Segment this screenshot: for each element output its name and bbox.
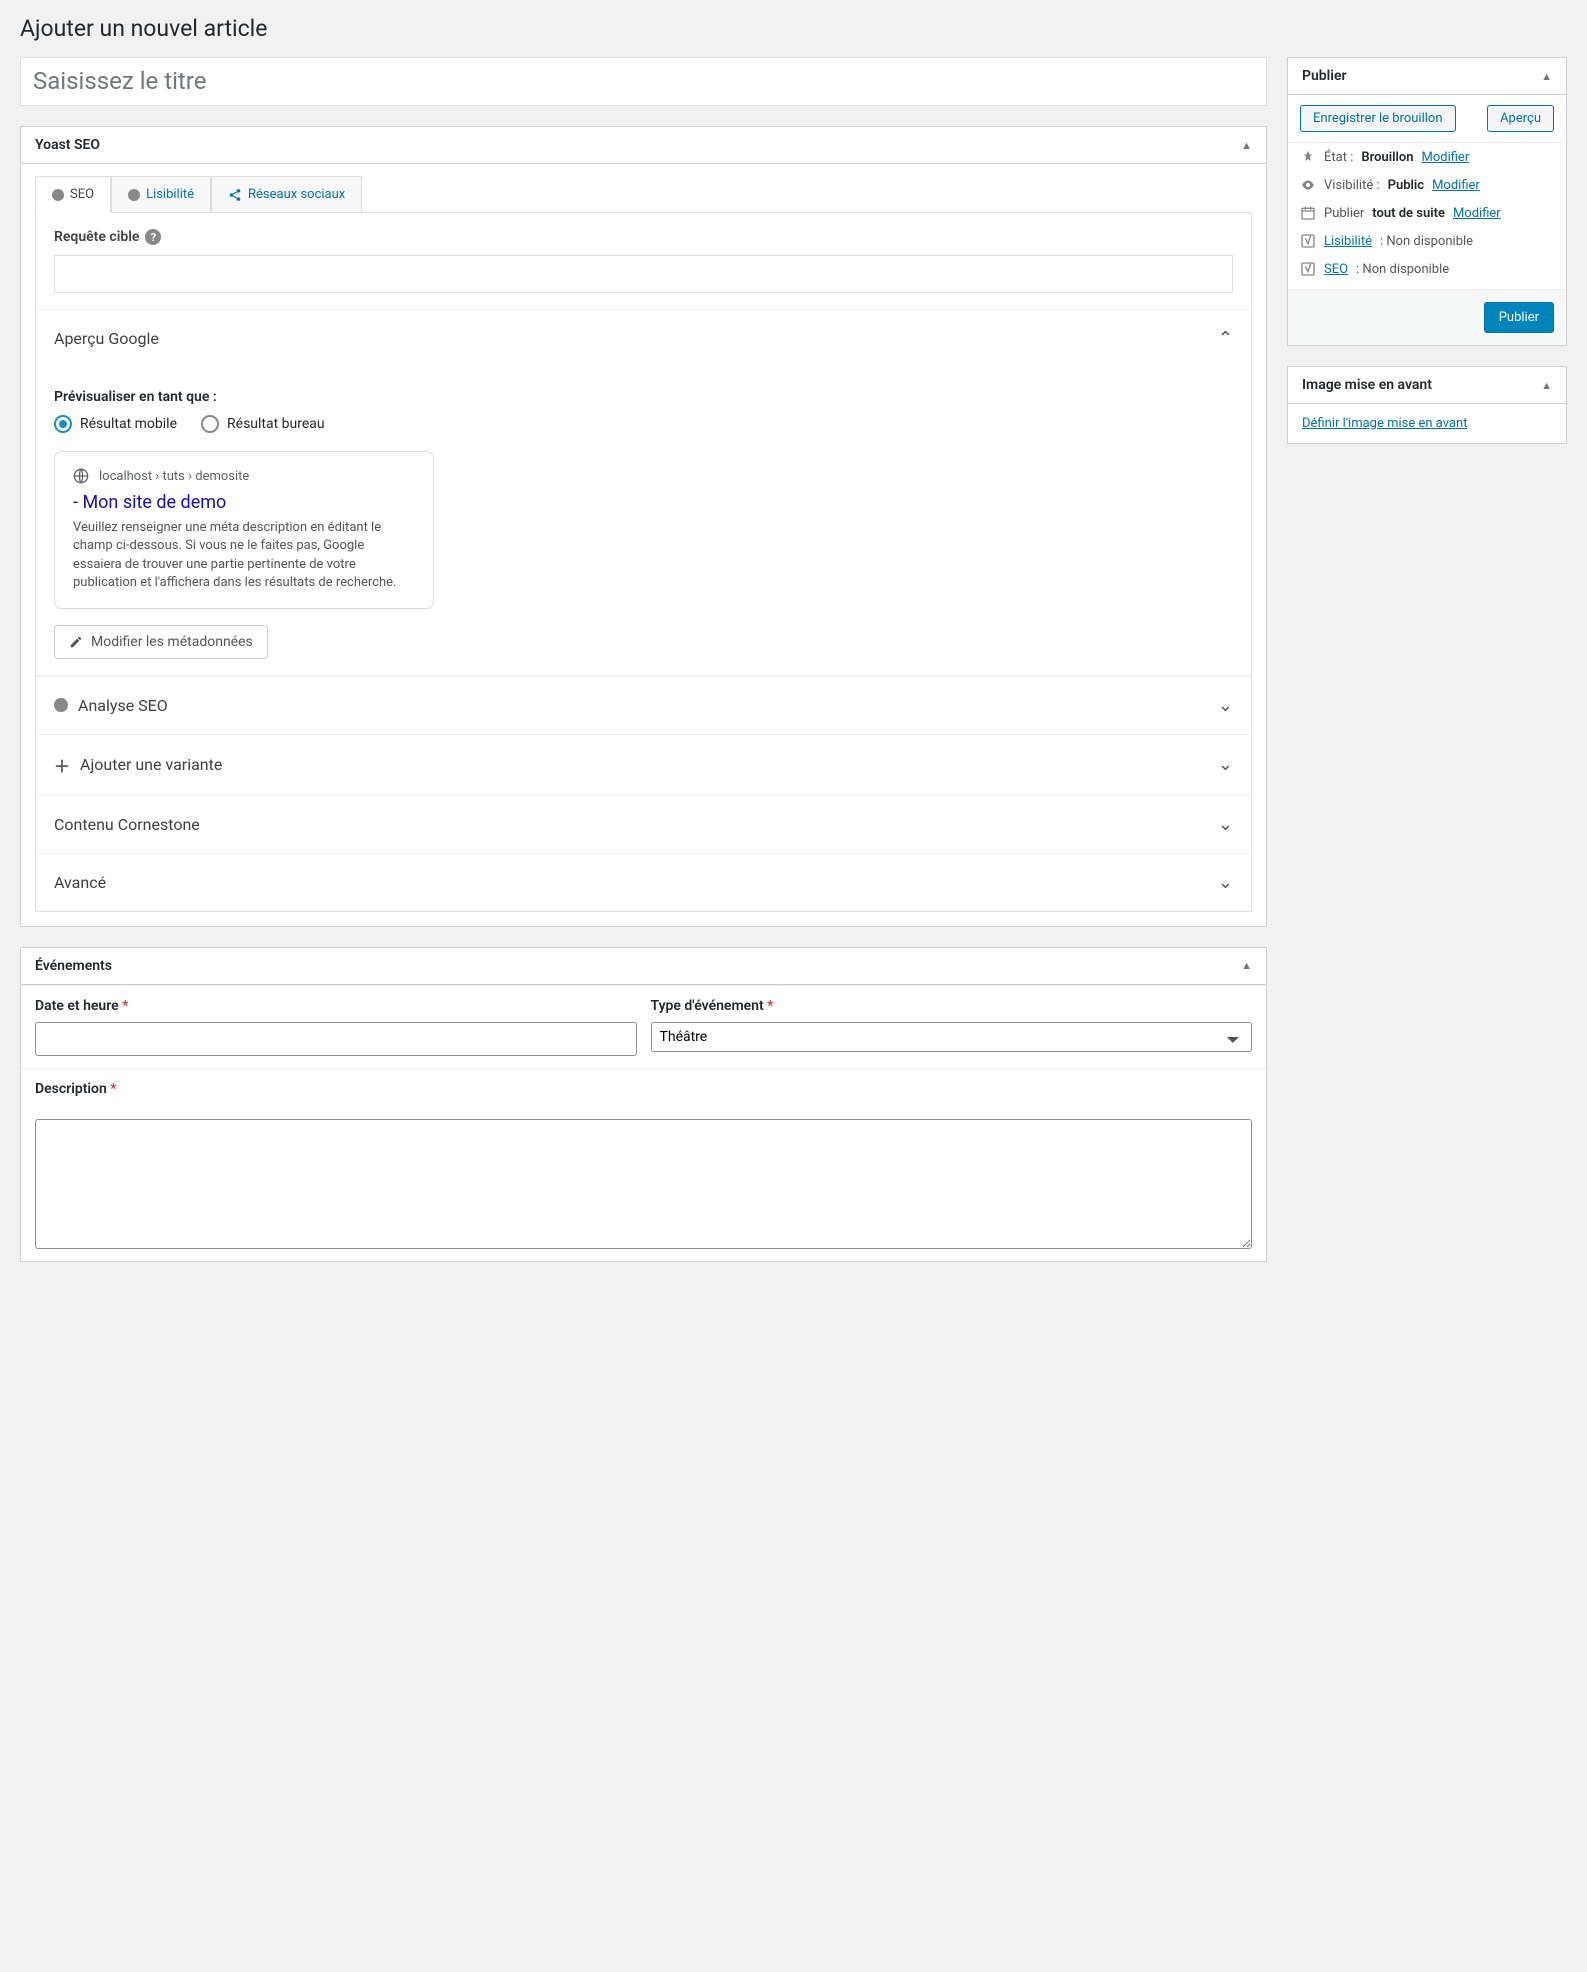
cornerstone-label: Contenu Cornestone	[54, 815, 200, 834]
status-label: État :	[1324, 150, 1353, 165]
event-type-label: Type d'événement *	[651, 998, 1253, 1014]
events-box-title: Événements	[35, 958, 112, 974]
readability-value: : Non disponible	[1380, 234, 1473, 249]
chevron-down-icon: ⌄	[1218, 872, 1233, 893]
status-dot-icon	[54, 698, 68, 712]
add-variant-toggle[interactable]: ＋ Ajouter une variante ⌄	[36, 734, 1251, 795]
advanced-toggle[interactable]: Avancé ⌄	[36, 853, 1251, 911]
tab-seo[interactable]: SEO	[35, 176, 111, 213]
yoast-toggle-icon[interactable]: ▲	[1241, 139, 1252, 152]
plus-icon: ＋	[54, 753, 70, 777]
publish-toggle-icon[interactable]: ▲	[1541, 70, 1552, 83]
chevron-down-icon: ⌄	[1218, 814, 1233, 835]
save-draft-button[interactable]: Enregistrer le brouillon	[1300, 105, 1456, 132]
schedule-label: Publier	[1324, 206, 1364, 221]
globe-icon	[73, 468, 89, 484]
set-featured-image-link[interactable]: Définir l'image mise en avant	[1302, 416, 1467, 431]
tab-social-label: Réseaux sociaux	[248, 187, 345, 202]
featured-toggle-icon[interactable]: ▲	[1541, 379, 1552, 392]
tab-readability[interactable]: Lisibilité	[111, 176, 211, 212]
eye-icon	[1300, 177, 1316, 193]
seo-value: : Non disponible	[1356, 262, 1449, 277]
pin-icon	[1300, 149, 1316, 165]
tab-readability-label: Lisibilité	[146, 187, 194, 202]
status-value: Brouillon	[1361, 150, 1413, 165]
description-textarea[interactable]	[35, 1119, 1252, 1249]
radio-mobile-label: Résultat mobile	[80, 416, 177, 432]
pencil-icon	[69, 635, 83, 649]
schedule-value: tout de suite	[1372, 206, 1445, 221]
readability-link[interactable]: Lisibilité	[1324, 234, 1372, 249]
share-icon	[228, 188, 242, 202]
focus-keyword-label: Requête cible	[54, 229, 139, 245]
preview-as-label: Prévisualiser en tant que :	[54, 389, 1233, 405]
page-title: Ajouter un nouvel article	[20, 15, 1567, 42]
cornerstone-toggle[interactable]: Contenu Cornestone ⌄	[36, 795, 1251, 853]
visibility-value: Public	[1388, 178, 1424, 193]
post-title-input[interactable]	[20, 57, 1267, 106]
google-heading: Aperçu Google	[54, 329, 159, 348]
radio-mobile[interactable]: Résultat mobile	[54, 415, 177, 433]
edit-metadata-label: Modifier les métadonnées	[91, 634, 253, 650]
radio-desktop-label: Résultat bureau	[227, 416, 325, 432]
preview-button[interactable]: Aperçu	[1487, 105, 1554, 132]
add-variant-label: Ajouter une variante	[80, 755, 222, 774]
edit-metadata-button[interactable]: Modifier les métadonnées	[54, 625, 268, 659]
yoast-icon	[1300, 261, 1316, 277]
yoast-icon	[1300, 233, 1316, 249]
featured-image-title: Image mise en avant	[1302, 377, 1432, 393]
tab-social[interactable]: Réseaux sociaux	[211, 176, 362, 212]
datetime-label: Date et heure *	[35, 998, 637, 1014]
focus-keyword-input[interactable]	[54, 255, 1233, 293]
chevron-down-icon: ⌄	[1218, 754, 1233, 775]
google-preview-toggle[interactable]: Aperçu Google ⌃	[36, 310, 1251, 367]
event-type-select[interactable]: Théâtre	[651, 1022, 1253, 1052]
visibility-label: Visibilité :	[1324, 178, 1380, 193]
seo-analysis-label: Analyse SEO	[78, 696, 168, 715]
seo-link[interactable]: SEO	[1324, 262, 1348, 277]
chevron-down-icon: ⌄	[1218, 695, 1233, 716]
status-edit-link[interactable]: Modifier	[1421, 150, 1469, 165]
schedule-edit-link[interactable]: Modifier	[1453, 206, 1501, 221]
publish-box-title: Publier	[1302, 68, 1347, 84]
advanced-label: Avancé	[54, 873, 106, 892]
seo-status-dot-icon	[52, 189, 64, 201]
datetime-input[interactable]	[35, 1022, 637, 1056]
events-toggle-icon[interactable]: ▲	[1241, 959, 1252, 972]
google-title[interactable]: - Mon site de demo	[73, 492, 415, 513]
tab-seo-label: SEO	[70, 187, 94, 202]
help-icon[interactable]: ?	[145, 229, 161, 245]
description-label: Description *	[35, 1081, 1252, 1097]
google-preview-card: localhost › tuts › demosite - Mon site d…	[54, 451, 434, 609]
readability-status-dot-icon	[128, 189, 140, 201]
seo-analysis-toggle[interactable]: Analyse SEO ⌄	[36, 676, 1251, 734]
radio-desktop[interactable]: Résultat bureau	[201, 415, 325, 433]
chevron-up-icon: ⌃	[1218, 328, 1233, 349]
google-breadcrumb: localhost › tuts › demosite	[99, 469, 249, 484]
publish-button[interactable]: Publier	[1484, 302, 1554, 333]
calendar-icon	[1300, 205, 1316, 221]
visibility-edit-link[interactable]: Modifier	[1432, 178, 1480, 193]
yoast-box-title: Yoast SEO	[35, 137, 100, 153]
google-description: Veuillez renseigner une méta description…	[73, 519, 415, 592]
